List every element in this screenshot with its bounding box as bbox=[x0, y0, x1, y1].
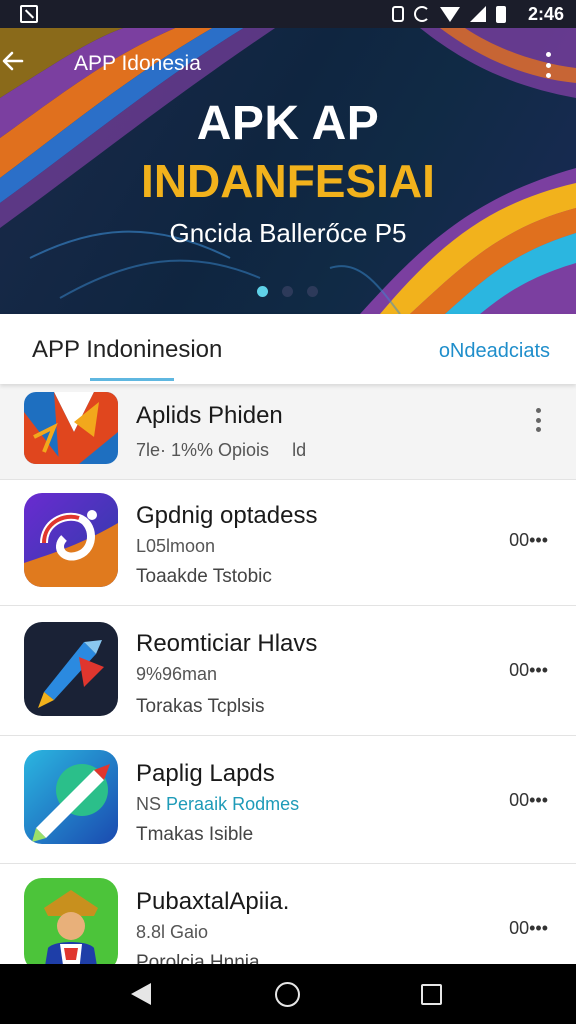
app-name: Reomticiar Hlavs bbox=[136, 630, 318, 657]
app-category: Toaakde Tstobic bbox=[136, 566, 272, 587]
app-icon bbox=[24, 750, 118, 844]
list-item[interactable]: Paplig Lapds NS Peraaik Rodmes Tmakas Is… bbox=[0, 736, 576, 864]
carousel-dot[interactable] bbox=[307, 286, 318, 297]
app-size: 00••• bbox=[509, 660, 548, 680]
app-name: Gpdnig optadess bbox=[136, 502, 318, 529]
app-bar-title: APP Idonesia bbox=[74, 52, 201, 75]
app-icon bbox=[24, 392, 118, 464]
app-size: 00••• bbox=[509, 790, 548, 810]
tab-indonesian-apps[interactable]: APP Indoninesion bbox=[32, 336, 222, 364]
tab-downloads[interactable]: oNdeadciats bbox=[439, 340, 550, 363]
carousel-dot[interactable] bbox=[282, 286, 293, 297]
app-category: Tmakas Isible bbox=[136, 824, 254, 845]
overflow-menu-icon[interactable] bbox=[540, 52, 556, 78]
signal-icon bbox=[470, 6, 486, 22]
app-name: Aplids Phiden bbox=[136, 402, 283, 429]
app-list: Aplids Phiden 7le· 1%% Opiois ld Gpdnig … bbox=[0, 384, 576, 964]
app-category: Porolcia Hnnia bbox=[136, 952, 260, 964]
back-arrow-icon[interactable] bbox=[0, 48, 26, 74]
hero-title: APK AP bbox=[196, 97, 380, 150]
app-meta: 9%96man bbox=[136, 664, 218, 684]
status-icons bbox=[392, 4, 506, 24]
app-category: Torakas Tcplsis bbox=[136, 696, 265, 717]
system-navigation-bar bbox=[0, 964, 576, 1024]
app-meta: 7le· 1%% Opiois ld bbox=[136, 440, 306, 461]
nav-home-icon[interactable] bbox=[275, 982, 300, 1007]
notification-icon bbox=[20, 5, 38, 23]
app-bar: APP Idonesia bbox=[0, 48, 576, 82]
status-bar: 2:46 bbox=[0, 0, 576, 28]
battery-icon bbox=[496, 5, 506, 23]
app-developer-link[interactable]: Peraaik Rodmes bbox=[166, 794, 299, 814]
app-meta-extra: ld bbox=[292, 440, 307, 460]
nav-back-icon[interactable] bbox=[131, 983, 151, 1005]
app-meta: NS Peraaik Rodmes bbox=[136, 794, 299, 815]
list-item[interactable]: Reomticiar Hlavs 9%96man Torakas Tcplsis… bbox=[0, 606, 576, 736]
hero-title-highlight: INDANFESIAI bbox=[141, 155, 435, 207]
list-item[interactable]: Aplids Phiden 7le· 1%% Opiois ld bbox=[0, 384, 576, 480]
tab-active-indicator bbox=[90, 378, 174, 381]
hero-banner[interactable]: APP Idonesia APK AP INDANFESIAI Gncida B… bbox=[0, 28, 576, 314]
hero-subtitle: Gncida Ballerőce P5 bbox=[169, 218, 407, 248]
carousel-indicator[interactable] bbox=[257, 286, 318, 297]
app-meta: 8.8l Gaio bbox=[136, 922, 209, 942]
app-meta-text: 7le· 1%% Opiois bbox=[136, 440, 270, 460]
item-overflow-icon[interactable] bbox=[536, 408, 542, 432]
wifi-icon bbox=[440, 6, 460, 22]
app-icon bbox=[24, 622, 118, 716]
nav-recents-icon[interactable] bbox=[421, 984, 442, 1005]
app-icon bbox=[24, 493, 118, 587]
app-meta: L05lmoon bbox=[136, 536, 216, 556]
app-icon bbox=[24, 878, 118, 964]
app-size: 00••• bbox=[509, 918, 548, 938]
app-size: 00••• bbox=[509, 530, 548, 550]
tab-bar: APP Indoninesion oNdeadciats bbox=[0, 314, 576, 384]
app-name: Paplig Lapds bbox=[136, 760, 275, 787]
app-meta-prefix: NS bbox=[136, 794, 162, 814]
status-time: 2:46 bbox=[527, 4, 564, 24]
list-item[interactable]: Gpdnig optadess L05lmoon Toaakde Tstobic… bbox=[0, 480, 576, 606]
sync-icon bbox=[414, 6, 430, 22]
list-item[interactable]: PubaxtalApiia. 8.8l Gaio Porolcia Hnnia … bbox=[0, 864, 576, 964]
vibrate-icon bbox=[392, 6, 404, 22]
carousel-dot[interactable] bbox=[257, 286, 268, 297]
app-name: PubaxtalApiia. bbox=[136, 888, 290, 915]
